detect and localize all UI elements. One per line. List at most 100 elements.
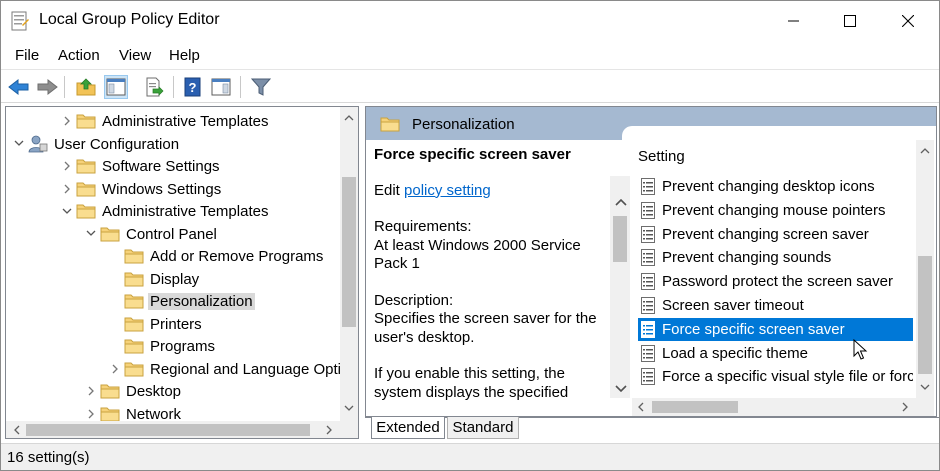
setting-row[interactable]: Password protect the screen saver xyxy=(638,270,913,293)
help-button[interactable]: ? xyxy=(181,75,205,99)
show-hide-console-tree-button[interactable] xyxy=(104,75,128,99)
setting-row[interactable]: Prevent changing sounds xyxy=(638,246,913,269)
list-right-scroll-thumb[interactable] xyxy=(918,256,932,374)
setting-row[interactable]: Screen saver timeout xyxy=(638,294,913,317)
scroll-down-arrow-icon[interactable] xyxy=(340,399,357,416)
menu-help[interactable]: Help xyxy=(169,47,200,64)
maximize-icon xyxy=(844,15,856,27)
setting-row[interactable]: Force specific screen saver xyxy=(638,317,913,341)
tree-item[interactable]: Programs xyxy=(6,335,340,357)
tree-item[interactable]: Desktop xyxy=(6,380,340,402)
menu-file[interactable]: File xyxy=(15,47,39,64)
folder-icon xyxy=(76,112,96,130)
scroll-down-arrow-icon[interactable] xyxy=(612,380,629,397)
menu-view[interactable]: View xyxy=(119,47,151,64)
export-list-button[interactable] xyxy=(142,75,166,99)
scroll-right-arrow-icon[interactable] xyxy=(320,421,337,438)
menu-action[interactable]: Action xyxy=(58,47,100,64)
tree-item-label: Network xyxy=(126,405,182,423)
list-left-scroll-thumb[interactable] xyxy=(613,216,627,262)
tree-item[interactable]: Add or Remove Programs xyxy=(6,245,340,267)
scroll-left-arrow-icon[interactable] xyxy=(8,421,25,438)
chevron-right-icon[interactable] xyxy=(60,159,74,173)
tree-item[interactable]: Software Settings xyxy=(6,155,340,177)
edit-policy-setting-link[interactable]: policy setting xyxy=(404,182,491,199)
chevron-right-icon[interactable] xyxy=(84,384,98,398)
back-button[interactable] xyxy=(7,75,31,99)
scroll-up-arrow-icon[interactable] xyxy=(340,109,357,126)
policy-setting-icon xyxy=(641,273,655,291)
chevron-right-icon[interactable] xyxy=(60,182,74,196)
chevron-right-icon[interactable] xyxy=(84,407,98,421)
edit-prefix: Edit xyxy=(374,181,405,199)
tree-item[interactable]: Windows Settings xyxy=(6,178,340,200)
scroll-up-arrow-icon[interactable] xyxy=(916,142,933,159)
setting-row[interactable]: Force a specific visual style file or fo… xyxy=(638,365,913,388)
policy-setting-icon xyxy=(641,320,655,338)
folder-icon xyxy=(124,315,144,333)
mouse-cursor-icon xyxy=(853,338,869,361)
tree-vertical-scrollbar[interactable] xyxy=(340,107,358,421)
extended-description: Force specific screen saver Edit policy … xyxy=(374,146,606,402)
show-hide-action-pane-button[interactable] xyxy=(209,75,233,99)
tree-horizontal-scrollbar[interactable] xyxy=(6,421,340,438)
close-button[interactable] xyxy=(877,1,939,41)
tree-item[interactable]: Display xyxy=(6,268,340,290)
tree-hscroll-thumb[interactable] xyxy=(26,424,310,436)
folder-icon xyxy=(124,270,144,288)
list-left-scrollbar[interactable] xyxy=(610,176,630,398)
setting-label: Force a specific visual style file or fo… xyxy=(662,368,913,386)
back-icon xyxy=(8,78,29,96)
svg-text:?: ? xyxy=(189,80,197,95)
tree-item[interactable]: Personalization xyxy=(6,290,340,312)
folder-icon xyxy=(100,225,120,243)
scroll-up-arrow-icon[interactable] xyxy=(612,194,629,211)
scroll-left-arrow-icon[interactable] xyxy=(632,398,649,415)
folder-icon xyxy=(124,337,144,355)
description-label: Description: xyxy=(374,291,454,309)
policy-setting-icon xyxy=(641,225,655,243)
chevron-down-icon[interactable] xyxy=(60,204,74,218)
tree-item-label: Software Settings xyxy=(102,158,220,175)
minimize-button[interactable] xyxy=(763,1,825,41)
minimize-icon xyxy=(788,20,799,22)
tree-item-label: Administrative Templates xyxy=(102,113,269,130)
scroll-down-arrow-icon[interactable] xyxy=(916,378,933,395)
tab-extended[interactable]: Extended xyxy=(371,417,445,439)
tree-item[interactable]: Printers xyxy=(6,313,340,335)
tree-item-label: Desktop xyxy=(126,383,182,400)
chevron-right-icon[interactable] xyxy=(60,114,74,128)
list-hscroll-thumb[interactable] xyxy=(652,401,738,413)
up-folder-icon xyxy=(76,78,96,96)
export-list-icon xyxy=(146,77,164,97)
list-horizontal-scrollbar[interactable] xyxy=(632,398,916,416)
setting-row[interactable]: Load a specific theme xyxy=(638,342,913,365)
tree-scroll-thumb[interactable] xyxy=(342,177,356,327)
setting-column-header[interactable]: Setting xyxy=(638,148,685,165)
filter-button[interactable] xyxy=(249,75,273,99)
setting-row[interactable]: Prevent changing mouse pointers xyxy=(638,199,913,222)
console-tree: Administrative Templates User Configurati… xyxy=(5,106,359,439)
tree-item[interactable]: User Configuration xyxy=(6,133,340,155)
forward-button[interactable] xyxy=(35,75,59,99)
setting-row[interactable]: Prevent changing desktop icons xyxy=(638,175,913,198)
scroll-corner xyxy=(340,421,358,438)
maximize-button[interactable] xyxy=(819,1,881,41)
policy-setting-icon xyxy=(641,178,655,195)
description-more-text: If you enable this setting, the system d… xyxy=(374,365,569,401)
tree-item[interactable]: Control Panel xyxy=(6,223,340,245)
title-bar[interactable]: Local Group Policy Editor xyxy=(1,1,939,41)
tree-item[interactable]: Administrative Templates xyxy=(6,110,340,132)
tree-item[interactable]: Administrative Templates xyxy=(6,200,340,222)
tree-item[interactable]: Regional and Language Options xyxy=(6,358,358,380)
chevron-down-icon[interactable] xyxy=(12,137,26,151)
scroll-right-arrow-icon[interactable] xyxy=(896,398,913,415)
folder-icon xyxy=(124,360,144,378)
tab-standard[interactable]: Standard xyxy=(447,417,519,439)
toolbar: ? xyxy=(1,69,939,103)
list-right-scrollbar[interactable] xyxy=(916,140,934,398)
setting-row[interactable]: Prevent changing screen saver xyxy=(638,223,913,246)
up-one-level-button[interactable] xyxy=(74,75,98,99)
chevron-right-icon[interactable] xyxy=(108,362,122,376)
chevron-down-icon[interactable] xyxy=(84,227,98,241)
